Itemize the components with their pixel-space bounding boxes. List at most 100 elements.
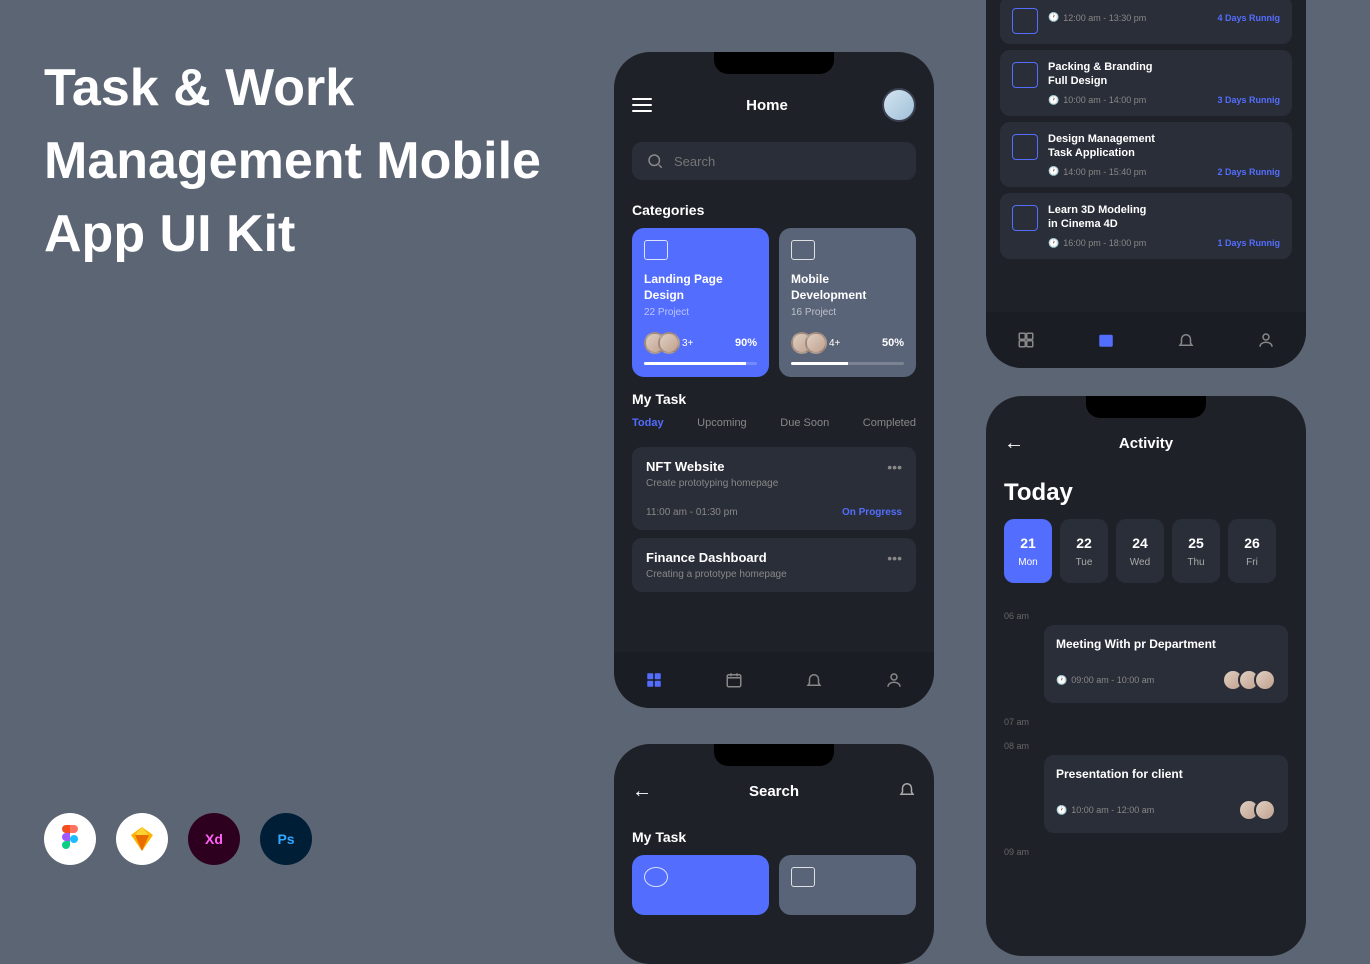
schedule-time: 🕐12:00 am - 13:30 pm: [1048, 12, 1146, 23]
category-card[interactable]: [779, 855, 916, 915]
avatar-stack: 3+: [644, 332, 693, 354]
schedule-item[interactable]: Design ManagementTask Application 🕐14:00…: [1000, 122, 1292, 188]
schedule-title: Packing & BrandingFull Design: [1048, 60, 1280, 89]
xd-icon: Xd: [188, 813, 240, 865]
time-label: 06 am: [1004, 611, 1288, 621]
categories-label: Categories: [614, 188, 934, 228]
task-title: Finance Dashboard: [646, 550, 787, 565]
percentage: 90%: [735, 337, 757, 349]
task-time: 11:00 am - 01:30 pm: [646, 507, 738, 518]
menu-icon[interactable]: [632, 98, 652, 112]
task-icon: [1012, 62, 1038, 88]
page-title: Search: [652, 783, 896, 800]
day-cell[interactable]: 22Tue: [1060, 519, 1108, 583]
days-row: 21Mon 22Tue 24Wed 25Thu 26Fri: [986, 519, 1306, 583]
event-time: 🕐10:00 am - 12:00 am: [1056, 805, 1154, 816]
time-label: 08 am: [1004, 741, 1288, 751]
nav-calendar-icon[interactable]: [723, 669, 745, 691]
schedule-badge: 3 Days Runnig: [1217, 95, 1280, 105]
search-icon: [646, 152, 664, 170]
schedule-item[interactable]: Packing & BrandingFull Design 🕐10:00 am …: [1000, 50, 1292, 116]
schedule-item[interactable]: Learn 3D Modelingin Cinema 4D 🕐16:00 pm …: [1000, 193, 1292, 259]
task-icon: [1012, 134, 1038, 160]
more-icon[interactable]: •••: [887, 459, 902, 489]
timeline-event[interactable]: Presentation for client 🕐10:00 am - 12:0…: [1044, 755, 1288, 833]
avatar-stack: [1244, 799, 1276, 821]
tab-upcoming[interactable]: Upcoming: [697, 417, 747, 429]
tab-duesoon[interactable]: Due Soon: [780, 417, 829, 429]
day-cell[interactable]: 25Thu: [1172, 519, 1220, 583]
schedule-item[interactable]: 🕐12:00 am - 13:30 pm 4 Days Runnig: [1000, 0, 1292, 44]
schedule-badge: 1 Days Runnig: [1217, 238, 1280, 248]
nav-profile-icon[interactable]: [883, 669, 905, 691]
avatar-stack: [1228, 669, 1276, 691]
category-title: Landing Page Design: [644, 272, 757, 303]
activity-heading: Today: [986, 467, 1306, 519]
layout-icon: [791, 867, 815, 887]
back-icon[interactable]: ←: [1004, 432, 1024, 455]
percentage: 50%: [882, 337, 904, 349]
day-cell[interactable]: 26Fri: [1228, 519, 1276, 583]
notch: [714, 744, 834, 766]
tab-today[interactable]: Today: [632, 417, 664, 429]
notch: [714, 52, 834, 74]
event-time: 🕐09:00 am - 10:00 am: [1056, 675, 1154, 686]
category-sub: 22 Project: [644, 307, 757, 318]
nav-home-icon[interactable]: [643, 669, 665, 691]
schedule-badge: 4 Days Runnig: [1217, 13, 1280, 23]
notch: [1086, 396, 1206, 418]
tool-icons-row: Xd Ps: [44, 813, 312, 865]
nav-bell-icon[interactable]: [1175, 329, 1197, 351]
phone-home: Home Categories Landing Page Design 22 P…: [614, 52, 934, 708]
category-sub: 16 Project: [791, 307, 904, 318]
nav-profile-icon[interactable]: [1255, 329, 1277, 351]
more-icon[interactable]: •••: [887, 550, 902, 580]
phone-schedule: 🕐12:00 am - 13:30 pm 4 Days Runnig Packi…: [986, 0, 1306, 368]
nav-home-icon[interactable]: [1015, 329, 1037, 351]
task-card[interactable]: Finance Dashboard Creating a prototype h…: [632, 538, 916, 592]
category-card[interactable]: Mobile Development 16 Project 4+ 50%: [779, 228, 916, 377]
day-cell[interactable]: 21Mon: [1004, 519, 1052, 583]
mytask-label: My Task: [614, 815, 934, 855]
category-card[interactable]: Landing Page Design 22 Project 3+ 90%: [632, 228, 769, 377]
task-status: On Progress: [842, 507, 902, 518]
day-cell[interactable]: 24Wed: [1116, 519, 1164, 583]
figma-icon: [44, 813, 96, 865]
time-label: 07 am: [1004, 717, 1288, 727]
schedule-title: Design ManagementTask Application: [1048, 132, 1280, 161]
sketch-icon: [116, 813, 168, 865]
nav-bar: [614, 652, 934, 708]
hero-title: Task & Work Management Mobile App UI Kit: [44, 52, 584, 270]
phone-activity: ← Activity Today 21Mon 22Tue 24Wed 25Thu…: [986, 396, 1306, 956]
schedule-title: Learn 3D Modelingin Cinema 4D: [1048, 203, 1280, 232]
schedule-time: 🕐16:00 pm - 18:00 pm: [1048, 238, 1146, 249]
pen-icon: [644, 867, 668, 887]
photoshop-icon: Ps: [260, 813, 312, 865]
bell-icon[interactable]: [896, 780, 916, 803]
category-card[interactable]: [632, 855, 769, 915]
task-card[interactable]: NFT Website Create prototyping homepage …: [632, 447, 916, 530]
tab-completed[interactable]: Completed: [863, 417, 916, 429]
nav-bell-icon[interactable]: [803, 669, 825, 691]
avatar-stack: 4+: [791, 332, 840, 354]
mobile-icon: [791, 240, 815, 260]
search-bar[interactable]: [632, 142, 916, 180]
task-tabs: Today Upcoming Due Soon Completed: [614, 417, 934, 439]
nav-calendar-icon[interactable]: [1095, 329, 1117, 351]
desktop-icon: [644, 240, 668, 260]
task-icon: [1012, 205, 1038, 231]
search-input[interactable]: [674, 154, 902, 169]
task-sub: Creating a prototype homepage: [646, 569, 787, 580]
task-sub: Create prototyping homepage: [646, 478, 778, 489]
category-title: Mobile Development: [791, 272, 904, 303]
time-label: 09 am: [1004, 847, 1288, 857]
timeline-event[interactable]: Meeting With pr Department 🕐09:00 am - 1…: [1044, 625, 1288, 703]
schedule-badge: 2 Days Runnig: [1217, 167, 1280, 177]
event-title: Presentation for client: [1056, 767, 1276, 781]
avatar[interactable]: [882, 88, 916, 122]
nav-bar: [986, 312, 1306, 368]
phone-search: ← Search My Task: [614, 744, 934, 964]
event-title: Meeting With pr Department: [1056, 637, 1276, 651]
back-icon[interactable]: ←: [632, 780, 652, 803]
page-title: Home: [652, 97, 882, 114]
